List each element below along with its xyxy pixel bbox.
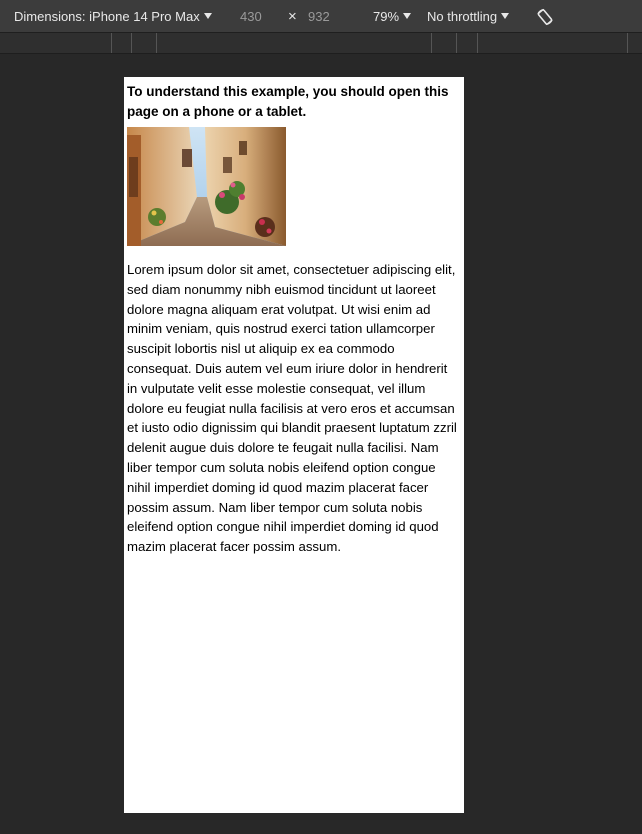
throttling-select[interactable]: No throttling <box>427 0 510 33</box>
chevron-down-icon <box>403 13 412 19</box>
zoom-label: 79% <box>373 9 400 24</box>
ruler-tick[interactable] <box>627 33 628 53</box>
ruler-tick[interactable] <box>456 33 457 53</box>
ruler-tick[interactable] <box>156 33 157 53</box>
rotate-icon[interactable] <box>535 7 555 27</box>
ruler-tick[interactable] <box>431 33 432 53</box>
height-input[interactable]: 932 <box>308 0 330 33</box>
body-paragraph: Lorem ipsum dolor sit amet, consectetuer… <box>127 262 457 555</box>
ruler-tick[interactable] <box>131 33 132 53</box>
chevron-down-icon <box>501 13 510 19</box>
device-select-label: Dimensions: iPhone 14 Pro Max <box>14 9 200 24</box>
throttling-label: No throttling <box>427 9 498 24</box>
device-toolbar: Dimensions: iPhone 14 Pro Max 430 × 932 … <box>0 0 642 33</box>
times-icon: × <box>288 8 297 25</box>
chevron-down-icon <box>203 13 212 19</box>
media-query-ruler <box>0 33 642 54</box>
ruler-tick[interactable] <box>477 33 478 53</box>
device-viewport: To understand this example, you should o… <box>124 77 464 813</box>
page-content: To understand this example, you should o… <box>124 77 464 557</box>
street-photo <box>127 127 286 246</box>
width-input[interactable]: 430 <box>240 0 262 33</box>
zoom-select[interactable]: 79% <box>373 0 412 33</box>
device-select[interactable]: Dimensions: iPhone 14 Pro Max <box>14 0 212 33</box>
intro-text: To understand this example, you should o… <box>127 84 449 119</box>
ruler-tick[interactable] <box>111 33 112 53</box>
emulation-stage: To understand this example, you should o… <box>0 54 642 834</box>
